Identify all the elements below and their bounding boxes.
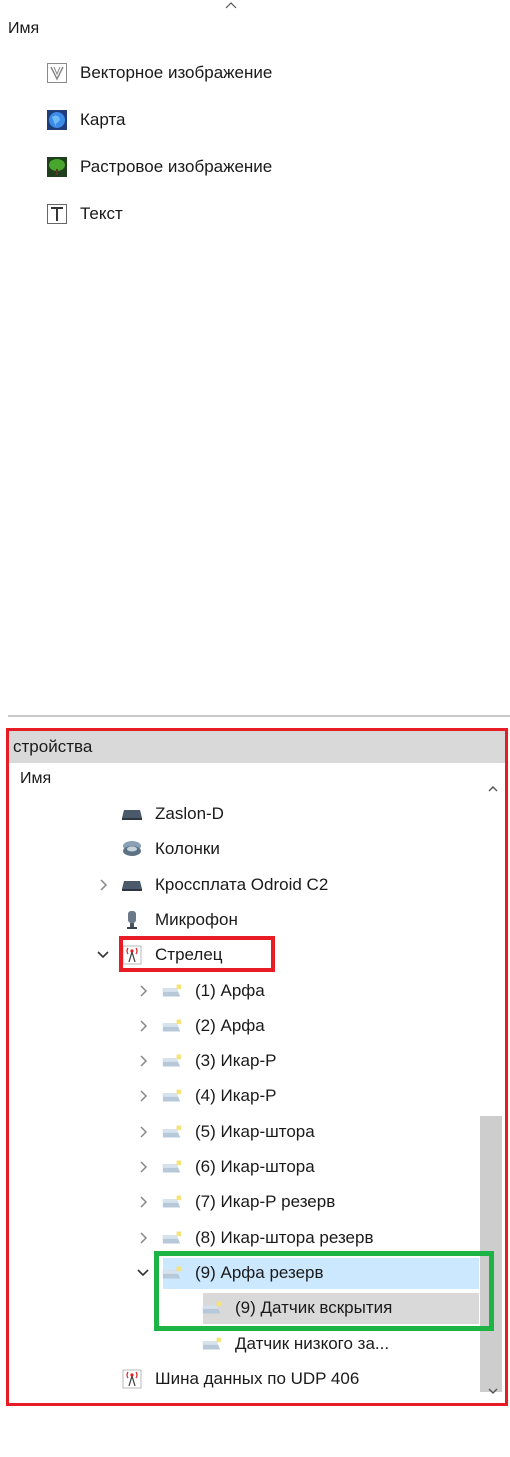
type-item-vector[interactable]: Векторное изображение — [46, 58, 272, 88]
column-header-name[interactable]: Имя — [8, 20, 39, 38]
type-item-raster[interactable]: Растровое изображение — [46, 152, 272, 182]
raster-image-icon — [46, 156, 68, 178]
type-item-label: Растровое изображение — [80, 157, 273, 176]
text-icon — [46, 203, 68, 225]
vector-image-icon — [46, 62, 68, 84]
type-item-text[interactable]: Текст — [46, 199, 123, 229]
type-item-label: Векторное изображение — [80, 63, 273, 82]
type-item-map[interactable]: Карта — [46, 105, 126, 135]
type-item-label: Текст — [80, 204, 123, 223]
annotation-red-frame — [6, 728, 508, 1407]
type-item-label: Карта — [80, 110, 126, 129]
globe-icon — [46, 109, 68, 131]
panel-divider — [8, 715, 510, 717]
sort-ascending-icon — [225, 2, 237, 9]
